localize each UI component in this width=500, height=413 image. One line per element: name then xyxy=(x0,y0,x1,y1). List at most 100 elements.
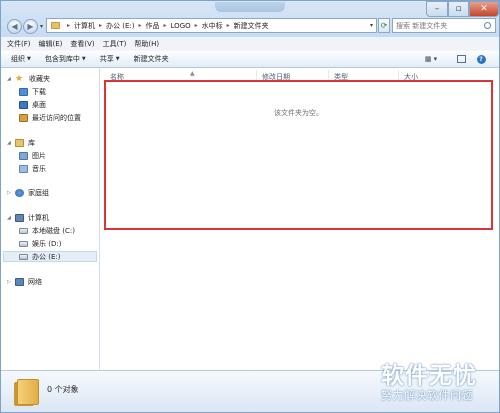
network-icon xyxy=(15,278,24,286)
item-count: 0 个对象 xyxy=(47,385,79,394)
computer-icon xyxy=(15,214,24,222)
nav-pictures-label: 图片 xyxy=(32,152,46,160)
maximize-button[interactable]: ▫ xyxy=(448,1,469,17)
expand-icon[interactable]: ◢ xyxy=(7,76,12,82)
star-icon: ★ xyxy=(15,74,24,84)
command-bar: 组织 ▼ 包含到库中 ▼ 共享 ▼ 新建文件夹 ▦ ▾ ? xyxy=(1,51,499,68)
nav-downloads[interactable]: 下载 xyxy=(19,87,46,97)
chevron-right-icon[interactable]: ▸ xyxy=(164,22,167,29)
nav-network-label: 网络 xyxy=(28,278,42,286)
chevron-down-icon: ▼ xyxy=(115,56,120,62)
sort-ascending-icon: ▲ xyxy=(190,70,195,77)
chevron-right-icon[interactable]: ▸ xyxy=(195,22,198,29)
breadcrumb-computer[interactable]: 计算机 xyxy=(74,21,95,31)
change-view-icon[interactable]: ▦ ▾ xyxy=(421,53,441,65)
nav-library-label: 库 xyxy=(28,139,35,147)
column-divider[interactable] xyxy=(328,70,329,80)
breadcrumb-logo[interactable]: LOGO xyxy=(171,22,191,30)
nav-entertainment-d[interactable]: 娱乐 (D:) xyxy=(19,239,61,249)
nav-libraries[interactable]: ◢ 库 xyxy=(7,138,35,148)
breadcrumb-works[interactable]: 作品 xyxy=(146,21,160,31)
downloads-folder-icon xyxy=(19,88,28,96)
search-icon[interactable] xyxy=(484,22,491,29)
back-button[interactable]: ◀ xyxy=(7,19,22,34)
nav-desktop-label: 桌面 xyxy=(32,101,46,109)
organize-button[interactable]: 组织 ▼ xyxy=(11,54,31,64)
recent-pages-dropdown[interactable]: ▾ xyxy=(40,23,43,30)
navigation-pane: ◢ ★ 收藏夹 下载 桌面 最近访问的位置 ◢ 库 图片 音乐 ▷ 家庭组 ◢ … xyxy=(1,68,100,370)
nav-office-e[interactable]: 办公 (E:) xyxy=(19,252,60,262)
file-list[interactable]: 名称 ▲ 修改日期 类型 大小 该文件夹为空。 xyxy=(100,68,499,370)
recent-places-icon xyxy=(19,114,28,122)
chevron-right-icon[interactable]: ▸ xyxy=(139,22,142,29)
nav-entertainment-label: 娱乐 (D:) xyxy=(32,240,62,248)
column-divider[interactable] xyxy=(256,70,257,80)
chevron-down-icon: ▼ xyxy=(27,56,31,62)
music-icon xyxy=(19,165,28,173)
nav-desktop[interactable]: 桌面 xyxy=(19,100,46,110)
hard-disk-icon xyxy=(19,228,28,234)
nav-recent-places[interactable]: 最近访问的位置 xyxy=(19,113,81,123)
menu-help[interactable]: 帮助(H) xyxy=(134,39,159,49)
nav-favorites-label: 收藏夹 xyxy=(29,75,50,83)
expand-icon[interactable]: ◢ xyxy=(7,140,12,146)
hard-disk-icon xyxy=(19,241,28,247)
share-button[interactable]: 共享 ▼ xyxy=(100,54,120,64)
nav-favorites[interactable]: ◢ ★ 收藏夹 xyxy=(7,74,50,84)
nav-downloads-label: 下载 xyxy=(32,88,46,96)
menu-bar: 文件(F) 编辑(E) 查看(V) 工具(T) 帮助(H) xyxy=(1,37,499,50)
nav-music[interactable]: 音乐 xyxy=(19,164,46,174)
menu-tools[interactable]: 工具(T) xyxy=(103,39,127,49)
close-button[interactable]: ✕ xyxy=(469,1,499,17)
chevron-right-icon[interactable]: ▸ xyxy=(67,22,70,29)
address-bar[interactable]: ▸ 计算机 ▸ 办公 (E:) ▸ 作品 ▸ LOGO ▸ 水中标 ▸ 新建文件… xyxy=(46,18,377,33)
nav-local-disk-label: 本地磁盘 (C:) xyxy=(32,227,75,235)
column-divider[interactable] xyxy=(398,70,399,80)
nav-local-disk-c[interactable]: 本地磁盘 (C:) xyxy=(19,226,75,236)
nav-homegroup-label: 家庭组 xyxy=(28,189,49,197)
pictures-icon xyxy=(19,152,28,160)
new-folder-button[interactable]: 新建文件夹 xyxy=(134,54,169,64)
breadcrumb-new-folder[interactable]: 新建文件夹 xyxy=(234,21,269,31)
nav-homegroup[interactable]: ▷ 家庭组 xyxy=(7,188,49,198)
folder-icon xyxy=(51,22,60,29)
title-glow xyxy=(215,2,285,12)
share-label: 共享 xyxy=(99,55,114,63)
expand-icon[interactable]: ▷ xyxy=(7,190,12,196)
chevron-right-icon[interactable]: ▸ xyxy=(227,22,230,29)
chevron-right-icon[interactable]: ▸ xyxy=(99,22,102,29)
help-icon[interactable]: ? xyxy=(475,53,487,65)
preview-pane-icon[interactable] xyxy=(455,53,467,65)
menu-view[interactable]: 查看(V) xyxy=(70,39,94,49)
empty-folder-message: 该文件夹为空。 xyxy=(274,109,323,117)
expand-icon[interactable]: ◢ xyxy=(7,215,12,221)
hard-disk-icon xyxy=(19,254,28,260)
search-box xyxy=(392,18,496,33)
expand-icon[interactable]: ▷ xyxy=(7,279,12,285)
watermark-logo: 软件无忧 xyxy=(381,363,477,389)
annotation-highlight-box: 该文件夹为空。 xyxy=(104,80,493,230)
nav-music-label: 音乐 xyxy=(32,165,46,173)
breadcrumb-watermark[interactable]: 水中标 xyxy=(202,21,223,31)
forward-button[interactable]: ▶ xyxy=(23,19,38,34)
address-dropdown-icon[interactable]: ▾ xyxy=(370,22,373,29)
include-in-library-label: 包含到库中 xyxy=(44,55,80,63)
vertical-scrollbar[interactable] xyxy=(489,68,499,370)
search-input[interactable] xyxy=(393,21,484,30)
desktop-icon xyxy=(19,101,28,109)
include-in-library-button[interactable]: 包含到库中 ▼ xyxy=(45,54,86,64)
nav-office-label: 办公 (E:) xyxy=(32,253,61,261)
refresh-button[interactable]: ⟳ xyxy=(378,18,390,33)
breadcrumb-office-drive[interactable]: 办公 (E:) xyxy=(106,21,134,31)
organize-label: 组织 xyxy=(11,55,25,63)
nav-computer[interactable]: ◢ 计算机 xyxy=(7,213,49,223)
menu-edit[interactable]: 编辑(E) xyxy=(39,39,63,49)
homegroup-icon xyxy=(15,189,24,197)
menu-file[interactable]: 文件(F) xyxy=(7,39,31,49)
nav-network[interactable]: ▷ 网络 xyxy=(7,277,42,287)
minimize-button[interactable]: – xyxy=(426,1,448,17)
explorer-window: – ▫ ✕ ◀ ▶ ▾ ▸ 计算机 ▸ 办公 (E:) ▸ 作品 ▸ LOGO … xyxy=(0,0,500,413)
new-folder-label: 新建文件夹 xyxy=(133,55,169,63)
nav-pictures[interactable]: 图片 xyxy=(19,151,46,161)
breadcrumb: ▸ 计算机 ▸ 办公 (E:) ▸ 作品 ▸ LOGO ▸ 水中标 ▸ 新建文件… xyxy=(63,21,269,31)
